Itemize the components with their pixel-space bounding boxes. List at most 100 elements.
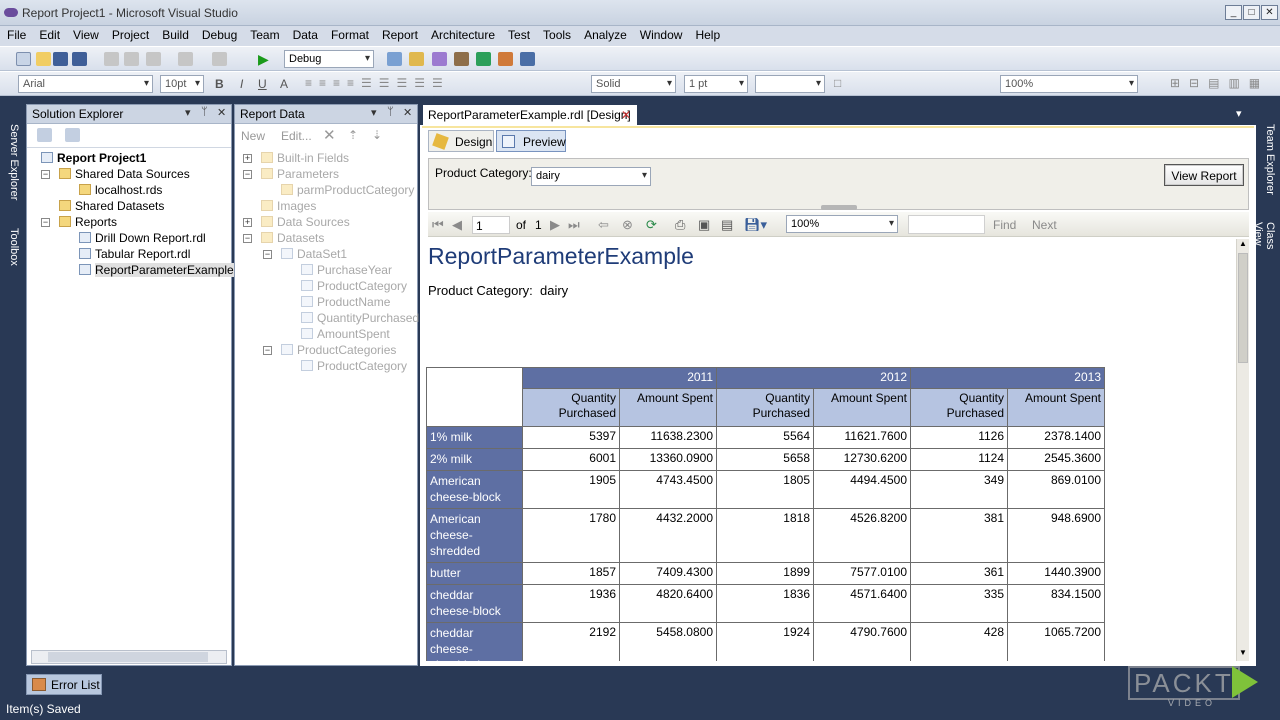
bold-button[interactable]: B	[215, 77, 224, 91]
align-icons[interactable]: ≡≡≡≡☰☰☰☰☰	[305, 76, 450, 90]
tree-item-datasets[interactable]: − Datasets	[243, 231, 324, 245]
menu-window[interactable]: Window	[633, 26, 689, 42]
expander-icon[interactable]: −	[263, 250, 272, 259]
tree-item-parameters[interactable]: − Parameters	[243, 167, 339, 181]
undo-icon[interactable]	[178, 52, 193, 66]
expander-icon[interactable]: −	[41, 218, 50, 227]
error-list-tab[interactable]: Error List	[26, 674, 102, 695]
menu-file[interactable]: File	[0, 26, 32, 42]
solution-config-select[interactable]: Debug	[284, 50, 374, 68]
menu-project[interactable]: Project	[105, 26, 155, 42]
save-icon[interactable]	[53, 52, 68, 66]
print-icon[interactable]: ⎙	[675, 217, 685, 233]
expander-icon[interactable]: −	[243, 234, 252, 243]
tree-item-field[interactable]: ProductCategory	[301, 359, 407, 373]
tree-item-field[interactable]: ProductName	[301, 295, 390, 309]
tree-item-shared-datasets[interactable]: Shared Datasets	[59, 199, 164, 213]
close-button[interactable]: ✕	[1261, 5, 1278, 20]
scroll-thumb[interactable]	[1238, 253, 1248, 363]
pin-icon[interactable]: ᛘ	[387, 106, 394, 118]
save-all-icon[interactable]	[72, 52, 87, 66]
menu-debug[interactable]: Debug	[195, 26, 243, 42]
toolbox-tab[interactable]: Toolbox	[4, 228, 20, 266]
menu-build[interactable]: Build	[155, 26, 195, 42]
edit-button[interactable]: Edit...	[281, 129, 312, 143]
menu-team[interactable]: Team	[243, 26, 285, 42]
expander-icon[interactable]: −	[243, 170, 252, 179]
view-report-button[interactable]: View Report	[1164, 164, 1244, 186]
find-input[interactable]	[908, 215, 985, 234]
properties-icon[interactable]	[37, 128, 52, 142]
next-page-icon[interactable]: ▶	[550, 217, 560, 233]
zoom-select[interactable]: 100%	[786, 215, 898, 233]
expander-icon[interactable]: −	[41, 170, 50, 179]
close-tab-icon[interactable]: ✕	[621, 108, 631, 122]
move-up-icon[interactable]: ⇡	[348, 128, 358, 142]
border-color-select[interactable]	[755, 75, 825, 93]
product-category-select[interactable]: dairy	[531, 167, 651, 186]
properties-icon[interactable]	[432, 52, 447, 66]
new-project-icon[interactable]	[16, 52, 31, 66]
tree-item-drill-down-report[interactable]: Drill Down Report.rdl	[79, 231, 206, 245]
team-explorer-tab[interactable]: Team Explorer	[1260, 124, 1276, 195]
close-icon[interactable]: ✕	[217, 106, 226, 119]
tree-item-product-categories[interactable]: − ProductCategories	[263, 343, 396, 357]
cut-icon[interactable]	[104, 52, 119, 66]
page-setup-icon[interactable]: ▤	[721, 217, 733, 233]
next-link[interactable]: Next	[1032, 218, 1057, 232]
tree-item-parm-product-category[interactable]: parmProductCategory	[281, 183, 414, 197]
class-view-tab[interactable]: Class View	[1252, 222, 1276, 274]
export-icon[interactable]: 💾︎▾	[744, 217, 767, 233]
object-browser-icon[interactable]	[498, 52, 513, 66]
document-tab[interactable]: ReportParameterExample.rdl [Design] ✕	[423, 105, 637, 125]
stop-icon[interactable]: ⊗	[622, 217, 633, 233]
redo-icon[interactable]	[212, 52, 227, 66]
menu-architecture[interactable]: Architecture	[424, 26, 501, 42]
font-size-select[interactable]: 10pt	[160, 75, 204, 93]
minimize-button[interactable]: _	[1225, 5, 1242, 20]
tree-item-field[interactable]: QuantityPurchased	[301, 311, 419, 325]
close-icon[interactable]: ✕	[403, 106, 412, 119]
tree-item-field[interactable]: ProductCategory	[301, 279, 407, 293]
last-page-icon[interactable]: ⏭	[568, 217, 580, 233]
print-layout-icon[interactable]: ▣	[698, 217, 710, 233]
zoom-select[interactable]: 100%	[1000, 75, 1138, 93]
menu-edit[interactable]: Edit	[32, 26, 66, 42]
previous-page-icon[interactable]: ◀	[452, 217, 462, 233]
preview-tab[interactable]: Preview	[496, 130, 566, 152]
menu-data[interactable]: Data	[286, 26, 324, 42]
maximize-button[interactable]: □	[1243, 5, 1260, 20]
command-window-icon[interactable]	[520, 52, 535, 66]
report-vertical-scrollbar[interactable]: ▲ ▼	[1236, 239, 1249, 661]
tree-item-report-parameter-example[interactable]: ReportParameterExample.r	[79, 263, 242, 277]
show-all-files-icon[interactable]	[65, 128, 80, 142]
layout-icons[interactable]: ⊞⊟▤▥▦	[1170, 76, 1269, 90]
expander-icon[interactable]: +	[243, 218, 252, 227]
tree-item-built-in-fields[interactable]: + Built-in Fields	[243, 151, 349, 165]
expander-icon[interactable]: +	[243, 154, 252, 163]
design-tab[interactable]: Design	[428, 130, 494, 152]
menu-format[interactable]: Format	[324, 26, 375, 42]
expander-icon[interactable]: −	[263, 346, 272, 355]
border-icon[interactable]: □	[834, 76, 841, 90]
scroll-down-icon[interactable]: ▼	[1239, 648, 1247, 657]
first-page-icon[interactable]: ⏮	[432, 217, 444, 233]
tree-item-localhost-rds[interactable]: localhost.rds	[79, 183, 162, 197]
move-down-icon[interactable]: ⇣	[372, 128, 382, 142]
collapse-handle-icon[interactable]	[821, 205, 857, 210]
menu-test[interactable]: Test	[501, 26, 536, 42]
start-page-icon[interactable]	[476, 52, 491, 66]
border-width-select[interactable]: 1 pt	[684, 75, 748, 93]
tree-item-dataset1[interactable]: − DataSet1	[263, 247, 347, 261]
tree-item-field[interactable]: AmountSpent	[301, 327, 390, 341]
scroll-up-icon[interactable]: ▲	[1239, 239, 1247, 248]
tree-item-reports[interactable]: − Reports	[41, 215, 117, 229]
underline-button[interactable]: U	[258, 77, 267, 91]
toolbox-icon[interactable]	[454, 52, 469, 66]
menu-view[interactable]: View	[66, 26, 105, 42]
find-in-files-icon[interactable]	[387, 52, 402, 66]
pin-icon[interactable]: ᛘ	[201, 106, 208, 118]
tree-item-images[interactable]: Images	[261, 199, 316, 213]
tab-overflow-icon[interactable]: ▾	[1236, 107, 1242, 120]
dropdown-icon[interactable]: ▾	[185, 106, 191, 119]
